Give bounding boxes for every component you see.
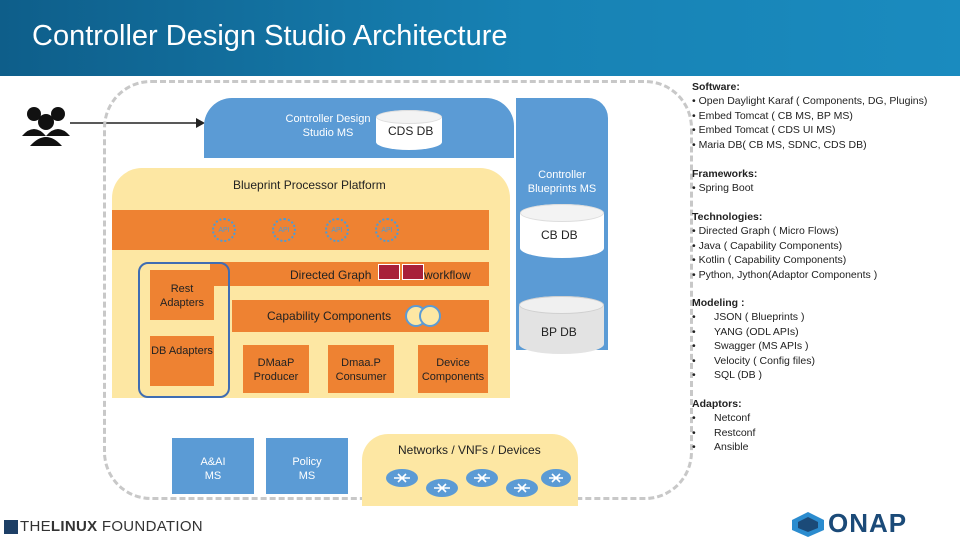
technologies-item: Python, Jython(Adaptor Components ) [692, 268, 878, 282]
software-item: Embed Tomcat ( CB MS, BP MS) [692, 109, 927, 123]
components-icon [405, 305, 441, 327]
adaptors-item: • Restconf [692, 426, 756, 439]
software-item: Maria DB( CB MS, SDNC, CDS DB) [692, 138, 927, 152]
bp-db-label: BP DB [541, 325, 577, 339]
software-section: Software: Open Daylight Karaf ( Componen… [692, 80, 927, 152]
frameworks-title: Frameworks: [692, 168, 758, 180]
controller-blueprints-label: Controller Blueprints MS [527, 169, 597, 195]
device-components-label: Device Components [421, 357, 485, 383]
api-bar [112, 210, 489, 250]
api-gear-icon: API [325, 218, 349, 242]
adaptors-item: • Ansible [692, 441, 749, 454]
page-title: Controller Design Studio Architecture [32, 20, 508, 52]
workflow-label: workflow [424, 268, 471, 282]
adaptors-section: Adaptors: • Netconf • Restconf • Ansible [692, 397, 755, 455]
frameworks-item: Spring Boot [692, 181, 757, 195]
capability-components-label: Capability Components [267, 309, 392, 323]
adaptors-title: Adaptors: [692, 398, 742, 410]
router-icons [386, 469, 571, 497]
technologies-item: Directed Graph ( Micro Flows) [692, 224, 877, 238]
modeling-title: Modeling : [692, 297, 745, 309]
cb-db-label: CB DB [541, 228, 578, 242]
frameworks-section: Frameworks: Spring Boot [692, 167, 757, 196]
users-icon [22, 107, 70, 146]
router-icon [506, 479, 538, 497]
aai-ms-label: A&AI MS [200, 456, 226, 482]
router-icon [541, 469, 571, 487]
modeling-item: • Velocity ( Config files) [692, 354, 815, 367]
cds-db-label: CDS DB [388, 124, 434, 138]
technologies-item: Java ( Capability Components) [692, 239, 877, 253]
modeling-item: • JSON ( Blueprints ) [692, 311, 805, 324]
technologies-section: Technologies: Directed Graph ( Micro Flo… [692, 210, 877, 282]
db-adapters-label: DB Adapters [151, 345, 213, 357]
controller-design-studio-label: Controller Design Studio MS [285, 113, 371, 139]
onap-logo-icon [792, 512, 824, 537]
software-item: Open Daylight Karaf ( Components, DG, Pl… [692, 94, 928, 108]
modeling-section: Modeling : • JSON ( Blueprints ) • YANG (O… [692, 296, 815, 382]
modeling-item: • SQL (DB ) [692, 369, 763, 382]
api-gear-icon: API [212, 218, 236, 242]
dmaap-consumer-label: Dmaa.P Consumer [335, 357, 387, 383]
blueprint-processor-label: Blueprint Processor Platform [233, 178, 386, 192]
modeling-item: • Swagger (MS APIs ) [692, 340, 809, 353]
api-gear-icon: API [375, 218, 399, 242]
workflow-icon [402, 264, 424, 280]
rest-adapters-label: Rest Adapters [159, 283, 205, 309]
networks-label: Networks / VNFs / Devices [398, 443, 541, 457]
directed-graph-label: Directed Graph [290, 268, 372, 282]
software-title: Software: [692, 81, 740, 93]
dmaap-producer-label: DMaaP Producer [253, 357, 299, 383]
adaptors-item: • Netconf [692, 412, 751, 425]
workflow-icon [378, 264, 400, 280]
api-gear-icon: API [272, 218, 296, 242]
modeling-item: • YANG (ODL APIs) [692, 325, 799, 338]
router-icon [426, 479, 458, 497]
technologies-title: Technologies: [692, 211, 763, 223]
technologies-item: Kotlin ( Capability Components) [692, 253, 877, 267]
router-icon [386, 469, 418, 487]
linux-foundation-logo: THELINUX FOUNDATION [20, 518, 203, 535]
onap-logo-text: ONAP [828, 508, 908, 538]
policy-ms-label: Policy MS [292, 456, 322, 482]
router-icon [466, 469, 498, 487]
linux-foundation-logo-icon [4, 520, 18, 534]
software-item: Embed Tomcat ( CDS UI MS) [692, 123, 927, 137]
